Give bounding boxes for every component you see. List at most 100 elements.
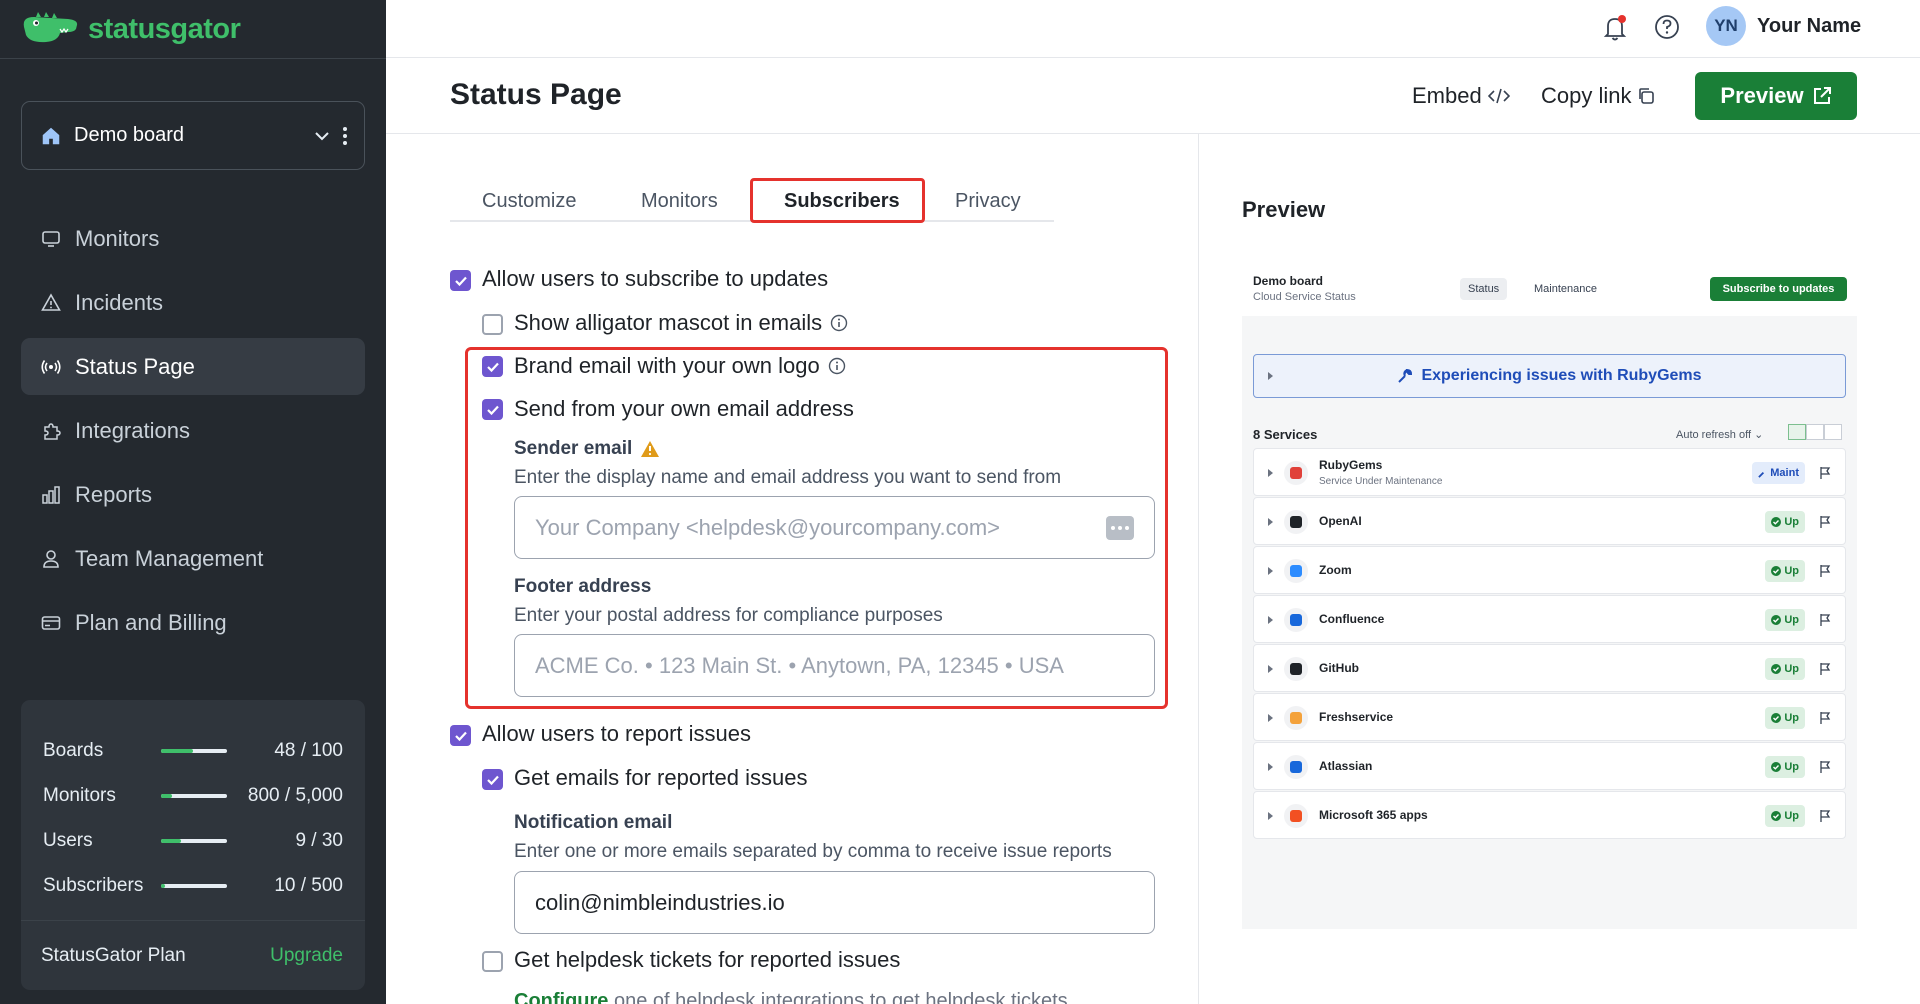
chevron-down-icon[interactable]: [312, 126, 332, 146]
info-icon[interactable]: [828, 357, 846, 375]
sidebar-item-integrations[interactable]: Integrations: [21, 402, 365, 459]
notification-email-label-text: Notification email: [514, 812, 673, 833]
sidebar-item-monitors[interactable]: Monitors: [21, 210, 365, 267]
sender-email-help: Enter the display name and email address…: [514, 467, 1062, 488]
user-name[interactable]: Your Name: [1757, 15, 1861, 38]
embed-button[interactable]: Embed: [1412, 83, 1510, 109]
caret-right-icon: [1268, 763, 1273, 771]
preview-service-row[interactable]: Freshservice Up: [1253, 693, 1846, 741]
topbar: [386, 0, 1920, 58]
preview-status-badge: Up: [1765, 658, 1805, 680]
usage-bar-fill: [161, 838, 181, 843]
rubygems-icon: [1284, 461, 1308, 485]
checkmark-icon: [486, 362, 499, 372]
view-list-icon[interactable]: [1788, 424, 1806, 440]
configure-hint-text: one of helpdesk integrations to get help…: [614, 990, 1068, 1004]
preview-auto-refresh[interactable]: Auto refresh off ⌄: [1676, 428, 1763, 441]
copy-link-label: Copy link: [1541, 83, 1632, 108]
flag-icon[interactable]: [1819, 515, 1831, 529]
brand-name: statusgator: [88, 12, 241, 45]
preview-subscribe-button[interactable]: Subscribe to updates: [1710, 277, 1847, 301]
preview-services-count: 8 Services: [1253, 427, 1318, 442]
view-grid-icon[interactable]: [1806, 424, 1824, 440]
show-mascot-checkbox[interactable]: [482, 314, 503, 335]
check-circle-icon: [1771, 762, 1782, 772]
configure-link[interactable]: Configure: [514, 990, 608, 1004]
board-selector[interactable]: Demo board: [21, 101, 365, 170]
preview-status-text: Up: [1784, 565, 1799, 577]
preview-status-text: Up: [1784, 761, 1799, 773]
external-link-icon: [1813, 87, 1831, 104]
usage-row-boards: Boards 48 / 100: [21, 728, 365, 773]
kebab-menu-icon[interactable]: [342, 126, 348, 146]
caret-right-icon: [1268, 812, 1273, 820]
show-mascot-label: Show alligator mascot in emails: [514, 310, 848, 336]
flag-icon[interactable]: [1819, 466, 1831, 480]
preview-tab-status[interactable]: Status: [1460, 278, 1508, 300]
flag-icon[interactable]: [1819, 711, 1831, 725]
preview-status-text: Up: [1784, 810, 1799, 822]
flag-icon[interactable]: [1819, 809, 1831, 823]
preview-tab-maintenance[interactable]: Maintenance: [1534, 283, 1597, 295]
tab-privacy[interactable]: Privacy: [955, 190, 1021, 213]
usage-bar-fill: [161, 748, 193, 753]
preview-status-badge: Up: [1765, 805, 1805, 827]
tab-customize[interactable]: Customize: [482, 190, 576, 213]
send-from-own-checkbox[interactable]: [482, 399, 503, 420]
footer-address-input[interactable]: ACME Co. • 123 Main St. • Anytown, PA, 1…: [514, 634, 1155, 697]
user-avatar[interactable]: YN: [1706, 6, 1746, 46]
preview-status-text: Maint: [1770, 467, 1799, 479]
preview-service-row[interactable]: Zoom Up: [1253, 546, 1846, 594]
github-icon: [1284, 657, 1308, 681]
sidebar-item-plan-billing[interactable]: Plan and Billing: [21, 594, 365, 651]
preview-issue-banner[interactable]: Experiencing issues with RubyGems: [1253, 354, 1846, 398]
broadcast-icon: [41, 359, 61, 374]
preview-issue-text: Experiencing issues with RubyGems: [1421, 367, 1702, 384]
preview-service-row[interactable]: Microsoft 365 apps Up: [1253, 791, 1846, 839]
sidebar-item-reports[interactable]: Reports: [21, 466, 365, 523]
usage-label: Boards: [43, 739, 104, 761]
usage-bar: [161, 793, 227, 798]
password-manager-icon[interactable]: [1106, 515, 1134, 540]
flag-icon[interactable]: [1819, 662, 1831, 676]
home-icon: [42, 127, 60, 144]
preview-service-row[interactable]: OpenAI Up: [1253, 497, 1846, 545]
preview-service-row[interactable]: Atlassian Up: [1253, 742, 1846, 790]
preview-button[interactable]: Preview: [1695, 72, 1857, 120]
sidebar-item-incidents[interactable]: Incidents: [21, 274, 365, 331]
preview-service-row[interactable]: GitHub Up: [1253, 644, 1846, 692]
copy-link-button[interactable]: Copy link: [1541, 83, 1655, 109]
help-circle-icon[interactable]: [1654, 14, 1680, 40]
brand-email-checkbox[interactable]: [482, 356, 503, 377]
check-circle-icon: [1771, 664, 1782, 674]
code-icon: [1487, 88, 1510, 104]
allow-report-checkbox[interactable]: [450, 725, 471, 746]
tab-highlight-box: [750, 178, 925, 223]
brand-logo[interactable]: statusgator: [20, 6, 241, 52]
emails-reported-checkbox[interactable]: [482, 769, 503, 790]
helpdesk-tickets-checkbox[interactable]: [482, 951, 503, 972]
sidebar-item-status-page[interactable]: Status Page: [21, 338, 365, 395]
view-compact-icon[interactable]: [1824, 424, 1842, 440]
notification-email-input[interactable]: colin@nimbleindustries.io: [514, 871, 1155, 934]
sidebar-item-team-management[interactable]: Team Management: [21, 530, 365, 587]
embed-label: Embed: [1412, 83, 1482, 108]
preview-view-toggle[interactable]: [1788, 424, 1842, 440]
notification-bell-icon[interactable]: [1602, 14, 1628, 42]
preview-service-name: Freshservice: [1319, 710, 1394, 724]
flag-icon[interactable]: [1819, 613, 1831, 627]
info-icon[interactable]: [830, 314, 848, 332]
flag-icon[interactable]: [1819, 760, 1831, 774]
allow-subscribe-checkbox[interactable]: [450, 270, 471, 291]
tab-monitors[interactable]: Monitors: [641, 190, 718, 213]
preview-service-row[interactable]: Confluence Up: [1253, 595, 1846, 643]
caret-right-icon: [1268, 714, 1273, 722]
check-circle-icon: [1771, 517, 1782, 527]
flag-icon[interactable]: [1819, 564, 1831, 578]
sidebar-item-label: Incidents: [75, 289, 164, 315]
preview-service-row[interactable]: RubyGems Service Under Maintenance Maint: [1253, 448, 1846, 496]
sender-email-input[interactable]: Your Company <helpdesk@yourcompany.com>: [514, 496, 1155, 559]
warning-icon: [641, 441, 660, 457]
sidebar-item-label: Integrations: [75, 417, 190, 443]
upgrade-link[interactable]: Upgrade: [270, 945, 343, 967]
